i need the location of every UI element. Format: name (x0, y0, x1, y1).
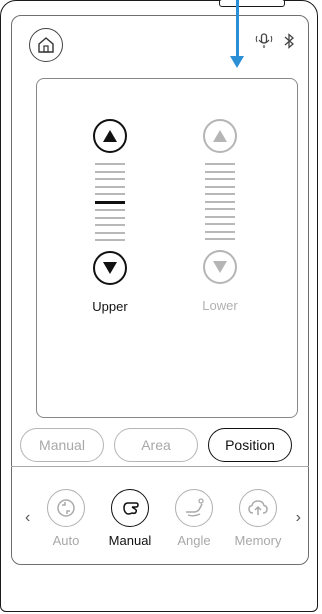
lower-up-button[interactable] (203, 119, 237, 153)
mode-auto-icon-wrap (47, 489, 85, 527)
level-tick (205, 185, 235, 188)
mode-manual[interactable]: Manual (99, 489, 161, 548)
mode-memory-icon-wrap (239, 489, 277, 527)
position-adjust-panel: Upper Lower (36, 78, 298, 418)
cloud-icon (248, 500, 268, 515)
upper-down-button[interactable] (93, 251, 127, 285)
level-tick (205, 208, 235, 210)
level-tick (205, 170, 235, 173)
upper-label[interactable]: Upper (92, 299, 127, 314)
level-tick (95, 200, 125, 204)
mode-memory-label: Memory (234, 533, 282, 548)
pointer-arrow-head (230, 56, 244, 68)
level-tick (95, 163, 125, 165)
level-tick (95, 178, 125, 180)
mode-memory[interactable]: Memory (227, 489, 289, 548)
level-tick (95, 231, 125, 234)
segment-area-button[interactable]: Area (114, 428, 198, 462)
triangle-up-icon (213, 130, 227, 142)
angle-icon (186, 498, 204, 517)
lower-column: Lower (195, 119, 245, 313)
segment-manual-button[interactable]: Manual (20, 428, 104, 462)
carousel-divider (11, 466, 309, 467)
level-tick (95, 193, 125, 195)
mode-angle[interactable]: Angle (163, 489, 225, 548)
level-tick (95, 185, 125, 188)
mode-carousel: ‹ › Auto Manual Angle Memory (11, 481, 309, 561)
segment-position-button[interactable]: Position (208, 428, 292, 462)
status-icons (254, 32, 296, 50)
mode-angle-icon-wrap (175, 489, 213, 527)
hand-icon (123, 502, 139, 515)
cycle-icon (57, 499, 75, 517)
mode-auto[interactable]: Auto (35, 489, 97, 548)
level-tick (205, 163, 235, 165)
level-tick (205, 200, 235, 203)
level-tick (205, 223, 235, 225)
lower-down-button[interactable] (203, 250, 237, 284)
level-tick (95, 209, 125, 211)
triangle-up-icon (103, 130, 117, 142)
level-tick (205, 230, 235, 233)
level-tick (205, 193, 235, 195)
carousel-next-button[interactable]: › (296, 509, 301, 527)
mode-manual-icon-wrap (111, 489, 149, 527)
lower-label[interactable]: Lower (202, 298, 237, 313)
level-tick (95, 224, 125, 226)
level-tick (205, 238, 235, 240)
mode-manual-label: Manual (108, 533, 152, 548)
home-icon (38, 37, 54, 53)
upper-up-button[interactable] (93, 119, 127, 153)
home-button[interactable] (29, 28, 63, 62)
pointer-arrow-line (236, 0, 239, 58)
bluetooth-icon (284, 33, 294, 49)
mode-auto-label: Auto (52, 533, 80, 548)
carousel-prev-button[interactable]: ‹ (25, 509, 30, 527)
device-frame: Upper Lower Manual Area Position ‹ › Aut… (0, 0, 318, 612)
device-top-tab (219, 0, 285, 7)
mode-angle-label: Angle (177, 533, 211, 548)
upper-level-indicator (95, 163, 125, 241)
level-tick (205, 215, 235, 218)
level-tick (205, 178, 235, 180)
level-tick (95, 170, 125, 173)
level-tick (95, 239, 125, 241)
triangle-down-icon (213, 261, 227, 273)
lower-level-indicator (205, 163, 235, 240)
mode-segment-row: Manual Area Position (20, 428, 292, 462)
triangle-down-icon (103, 262, 117, 274)
voice-icon (255, 33, 273, 48)
level-tick (95, 216, 125, 219)
upper-column: Upper (85, 119, 135, 314)
